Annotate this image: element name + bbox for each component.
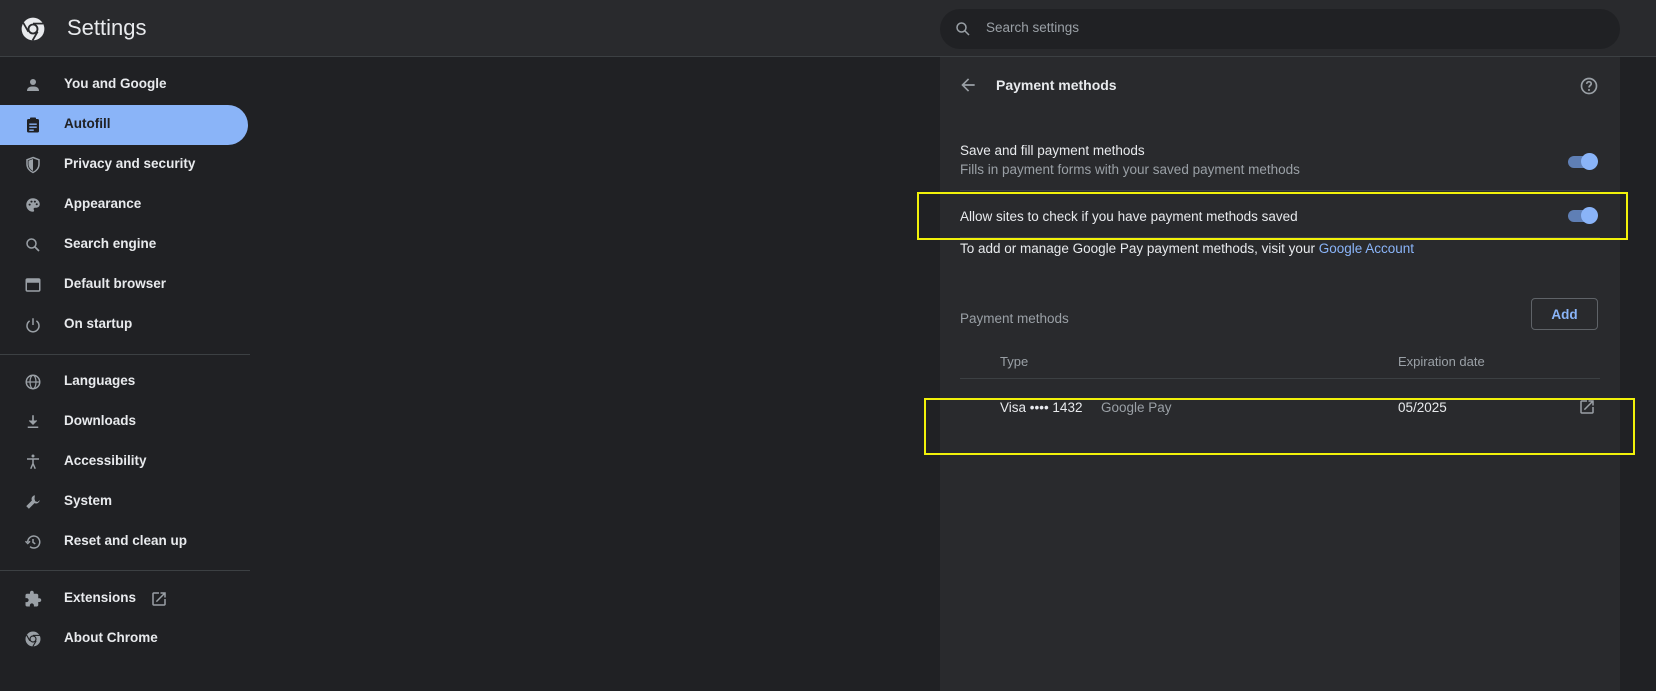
search-icon: [26, 238, 40, 252]
puzzle-icon: [25, 590, 42, 607]
sidebar-item-downloads[interactable]: Downloads: [0, 402, 248, 442]
sidebar-item-languages[interactable]: Languages: [0, 362, 248, 402]
sidebar-item-label: You and Google: [64, 76, 167, 91]
sidebar-item-about-chrome[interactable]: About Chrome: [0, 619, 248, 659]
google-pay-info: To add or manage Google Pay payment meth…: [960, 241, 1414, 256]
sidebar-item-privacy-and-security[interactable]: Privacy and security: [0, 145, 248, 185]
save-fill-title: Save and fill payment methods: [960, 143, 1145, 158]
accessibility-icon: [27, 454, 39, 470]
row-divider: [960, 190, 1600, 191]
sidebar-item-label: Default browser: [64, 276, 167, 291]
sidebar-item-label: Languages: [64, 373, 136, 388]
top-bar: Settings Search settings: [0, 0, 1656, 57]
app-title: Settings: [67, 15, 147, 40]
search-bar[interactable]: Search settings: [940, 9, 1620, 49]
palette-icon: [26, 198, 40, 212]
back-arrow-icon[interactable]: [958, 75, 978, 95]
sidebar-item-label: Accessibility: [64, 453, 147, 468]
chrome-icon: [25, 631, 41, 647]
sidebar-item-accessibility[interactable]: Accessibility: [0, 442, 248, 482]
sidebar-item-label: Reset and clean up: [64, 533, 188, 548]
sidebar-item-default-browser[interactable]: Default browser: [0, 265, 248, 305]
page-title: Payment methods: [996, 77, 1117, 93]
sidebar-item-you-and-google[interactable]: You and Google: [0, 65, 248, 105]
payment-methods-card: Payment methods Save and fill payment me…: [940, 57, 1620, 691]
column-header-expiration: Expiration date: [1398, 354, 1485, 369]
search-icon: [956, 22, 970, 36]
sidebar-item-extensions[interactable]: Extensions: [0, 579, 248, 619]
google-account-link[interactable]: Google Account: [1319, 241, 1414, 256]
highlight-box-allow-sites: [917, 192, 1628, 240]
sidebar-item-reset-and-clean-up[interactable]: Reset and clean up: [0, 522, 248, 562]
row-divider: [960, 378, 1600, 379]
power-icon: [26, 318, 40, 333]
sidebar-item-label: About Chrome: [64, 630, 158, 645]
sidebar-item-label: Autofill: [64, 116, 111, 131]
sidebar-item-label: Privacy and security: [64, 156, 196, 171]
shield-icon: [26, 156, 40, 174]
wrench-icon: [26, 495, 40, 509]
toggle-knob: [1581, 153, 1598, 170]
sidebar-item-label: System: [64, 493, 113, 508]
sidebar-item-label: Extensions: [64, 590, 137, 605]
chrome-icon: [21, 17, 45, 41]
save-fill-toggle[interactable]: [1566, 153, 1598, 171]
download-icon: [27, 415, 39, 428]
sidebar-item-system[interactable]: System: [0, 482, 248, 522]
sidebar-item-appearance[interactable]: Appearance: [0, 185, 248, 225]
sidebar-item-label: Downloads: [64, 413, 137, 428]
payment-methods-section-label: Payment methods: [960, 311, 1069, 326]
sidebar-divider: [0, 570, 250, 571]
sidebar-item-label: On startup: [64, 316, 133, 331]
clipboard-icon: [27, 117, 39, 133]
sidebar-item-label: Search engine: [64, 236, 157, 251]
sidebar-divider: [0, 354, 250, 355]
google-pay-info-text: To add or manage Google Pay payment meth…: [960, 241, 1315, 256]
add-payment-method-button[interactable]: Add: [1531, 298, 1598, 330]
save-fill-subtitle: Fills in payment forms with your saved p…: [960, 162, 1300, 177]
help-icon[interactable]: [1579, 76, 1599, 96]
person-icon: [27, 79, 39, 91]
browser-icon: [25, 278, 41, 292]
restore-icon: [24, 535, 41, 549]
sidebar-item-label: Appearance: [64, 196, 142, 211]
highlight-box-payment-card: [924, 398, 1635, 455]
sidebar-item-search-engine[interactable]: Search engine: [0, 225, 248, 265]
open-in-new-icon: [152, 592, 166, 606]
sidebar: You and Google Autofill Privacy and secu…: [0, 57, 260, 691]
globe-icon: [25, 374, 41, 390]
search-input[interactable]: Search settings: [986, 20, 1079, 35]
column-header-type: Type: [1000, 354, 1029, 369]
sidebar-item-on-startup[interactable]: On startup: [0, 305, 248, 345]
sidebar-item-autofill[interactable]: Autofill: [0, 105, 248, 145]
